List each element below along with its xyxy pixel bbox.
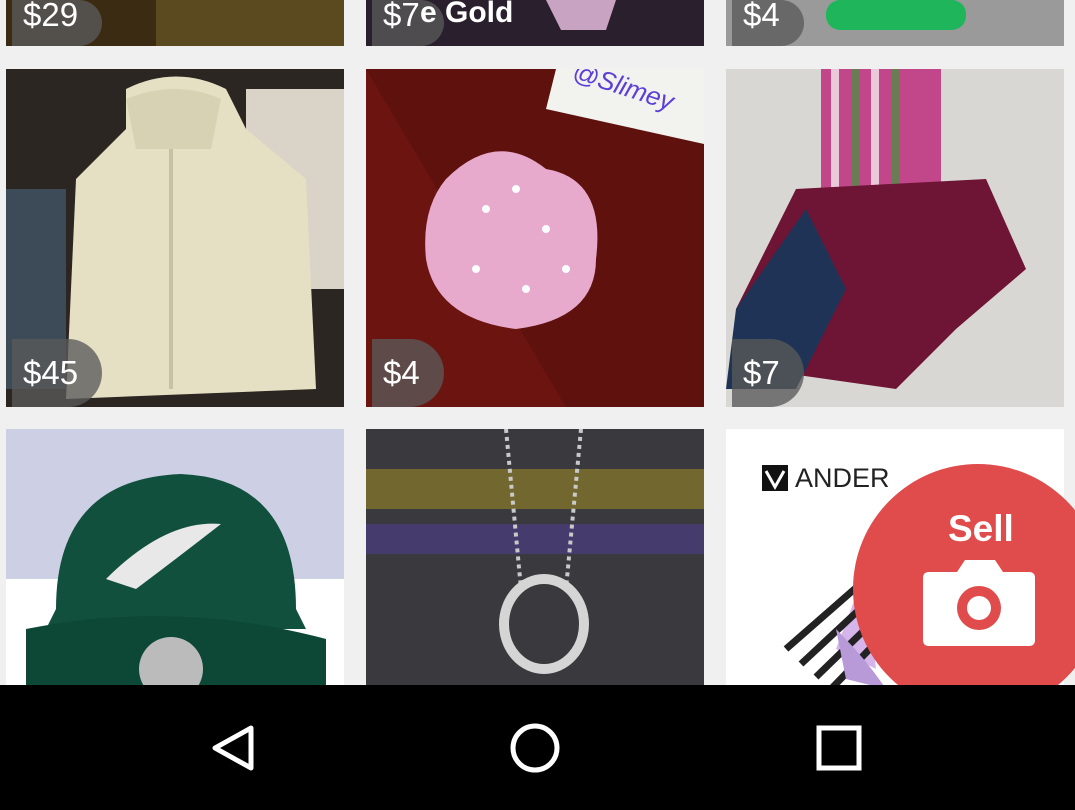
price-badge: $4 [732,0,804,46]
photo-caption: e Gold [420,0,514,29]
listing-tile[interactable] [6,429,344,685]
listing-tile[interactable] [366,429,704,685]
brand-text: ANDER [795,463,890,493]
listing-tile[interactable]: $4 [726,0,1064,46]
price-badge: $4 [372,339,444,407]
recents-icon [816,725,862,771]
back-icon [212,725,254,771]
home-button[interactable] [490,710,580,785]
sell-label: Sell [948,508,1014,549]
listing-tile[interactable]: $45 [6,69,344,407]
listing-photo [366,429,704,685]
listing-tile[interactable]: $7 [726,69,1064,407]
listing-tile[interactable]: $29 [6,0,344,46]
camera-icon [923,560,1035,646]
system-navigation-bar [0,685,1075,810]
home-icon [510,723,560,773]
back-button[interactable] [187,710,277,785]
recents-button[interactable] [794,710,884,785]
price-badge: $29 [12,0,103,46]
price-badge: $45 [12,339,103,407]
listing-tile[interactable]: $7 e Gold [366,0,704,46]
listing-tile[interactable]: @Slimey $4 [366,69,704,407]
price-badge: $7 [732,339,804,407]
listing-photo [6,429,344,685]
